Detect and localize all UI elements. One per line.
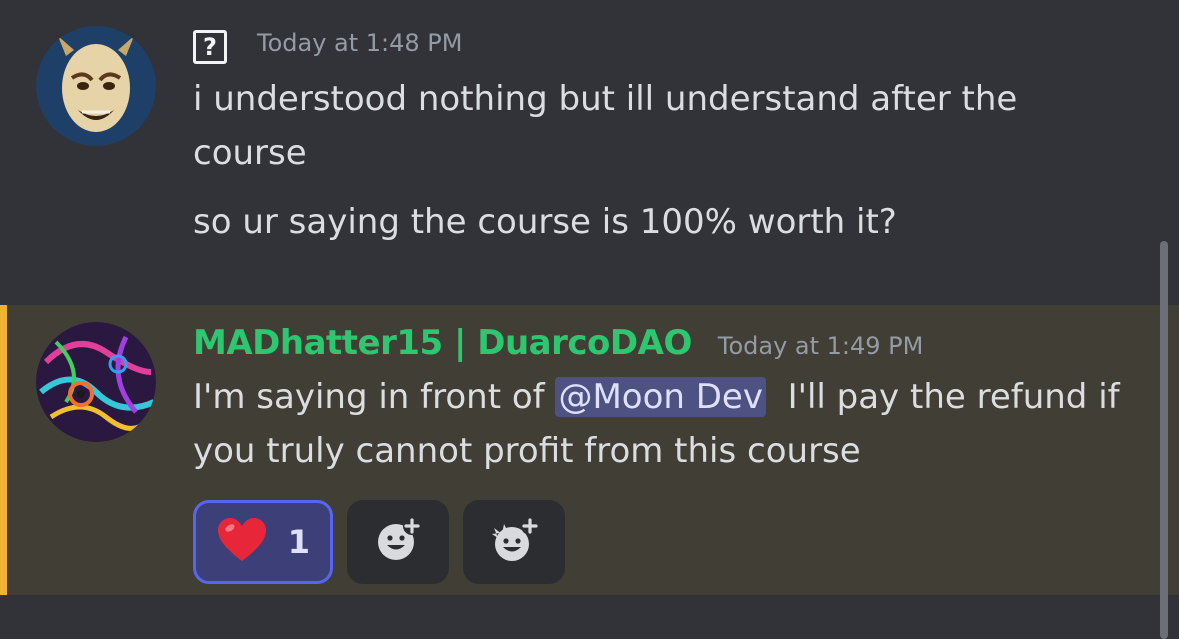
message-header: ? Today at 1:48 PM (193, 26, 463, 64)
timestamp[interactable]: Today at 1:49 PM (718, 332, 924, 360)
psychedelic-avatar-icon (36, 322, 156, 442)
avatar[interactable] (36, 322, 156, 442)
message-header: MADhatter15 | DuarcoDAO Today at 1:49 PM (193, 323, 923, 363)
add-super-reaction-icon (488, 516, 540, 568)
message-text: I'm saying in front of @Moon Dev I'll pa… (193, 370, 1153, 478)
message-text: i understood nothing but ill understand … (193, 79, 1018, 173)
message-text-part: I'm saying in front of (193, 377, 556, 417)
unknown-user-badge[interactable]: ? (193, 30, 227, 64)
mention-highlight-bar (0, 305, 7, 595)
user-mention[interactable]: @Moon Dev (555, 377, 766, 417)
heart-emoji (216, 517, 268, 567)
add-reaction-button[interactable] (347, 500, 449, 584)
mask-avatar-icon (36, 26, 156, 146)
reaction-count: 1 (287, 523, 310, 561)
reaction-heart[interactable]: 1 (193, 500, 333, 584)
add-super-reaction-button[interactable] (463, 500, 565, 584)
message-text: so ur saying the course is 100% worth it… (193, 202, 897, 242)
timestamp[interactable]: Today at 1:48 PM (257, 29, 463, 57)
avatar[interactable] (36, 26, 156, 146)
add-reaction-icon (374, 516, 422, 568)
message-2-mentioned: MADhatter15 | DuarcoDAO Today at 1:49 PM… (0, 305, 1179, 595)
reactions-bar: 1 (193, 500, 565, 584)
scrollbar[interactable] (1160, 241, 1168, 639)
username[interactable]: MADhatter15 | DuarcoDAO (193, 323, 692, 363)
message-1: ? Today at 1:48 PM i understood nothing … (0, 0, 1179, 305)
